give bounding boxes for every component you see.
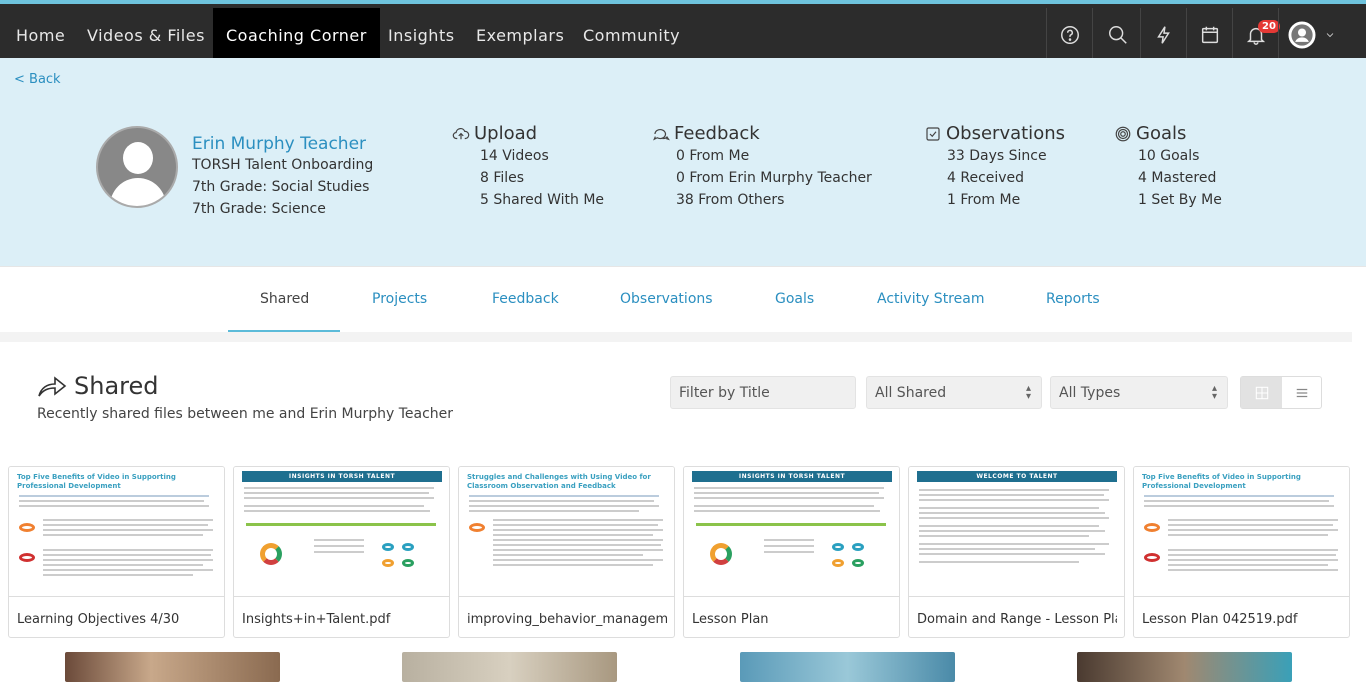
nav-divider [1046,8,1047,62]
types-filter-select[interactable]: All Types ▴ ▾ [1050,376,1228,409]
list-view-icon[interactable] [1282,377,1322,408]
stat-goals-title: Goals [1114,123,1186,144]
tab-activity-stream[interactable]: Activity Stream [877,291,984,307]
divider [0,332,1352,342]
stat-feedback-line: 0 From Me [676,148,750,164]
stat-upload-line: 14 Videos [480,148,549,164]
tab-goals[interactable]: Goals [775,291,814,307]
profile-org: TORSH Talent Onboarding [192,157,374,173]
tab-feedback[interactable]: Feedback [492,291,559,307]
search-icon[interactable] [1100,8,1136,62]
user-avatar-icon[interactable] [1284,8,1320,62]
stat-observations-line: 1 From Me [947,192,1021,208]
file-thumbnail: Top Five Benefits of Video in Supporting… [1134,467,1349,597]
avatar [96,126,178,208]
chevron-down-icon[interactable] [1320,8,1340,62]
tab-reports[interactable]: Reports [1046,291,1100,307]
shared-filter-select[interactable]: All Shared ▴ ▾ [866,376,1042,409]
chat-bubbles-icon [653,128,670,141]
file-card[interactable]: Struggles and Challenges with Using Vide… [458,466,675,638]
bell-icon[interactable]: 20 [1238,8,1280,62]
tab-observations[interactable]: Observations [620,291,713,307]
nav-divider [1140,8,1141,62]
file-card-title: improving_behavior_managem... [467,612,667,627]
nav-exemplars[interactable]: Exemplars [476,26,564,45]
file-card-title: Lesson Plan [692,612,769,627]
file-card-title: Lesson Plan 042519.pdf [1142,612,1298,627]
file-card-title: Learning Objectives 4/30 [17,612,180,627]
filter-by-title-input[interactable]: Filter by Title [670,376,856,409]
stat-upload-line: 5 Shared With Me [480,192,605,208]
file-card[interactable]: WELCOME TO TALENT Domain and Range - Les… [908,466,1125,638]
nav-coaching-corner[interactable]: Coaching Corner [213,8,380,62]
nav-divider [1278,8,1279,62]
nav-home[interactable]: Home [16,26,65,45]
nav-divider [1186,8,1187,62]
tab-projects[interactable]: Projects [372,291,427,307]
top-nav-bar: Home Videos & Files Coaching Corner Insi… [0,0,1366,62]
stat-goals-line: 1 Set By Me [1138,192,1222,208]
checkbox-icon [926,126,940,141]
video-thumbnail-partial[interactable] [65,652,280,682]
file-card[interactable]: Top Five Benefits of Video in Supporting… [1133,466,1350,638]
page-subtitle: Recently shared files between me and Eri… [37,406,454,422]
file-thumbnail: WELCOME TO TALENT [909,467,1124,597]
nav-videos-files[interactable]: Videos & Files [87,26,205,45]
target-icon [1115,126,1131,141]
profile-tabs: Shared Projects Feedback Observations Go… [0,266,1366,338]
notification-badge: 20 [1258,20,1280,33]
file-card[interactable]: INSIGHTS IN TORSH TALENT Lesson Plan [683,466,900,638]
nav-community[interactable]: Community [583,26,680,45]
stat-observations-title: Observations [924,123,1065,144]
stat-upload-line: 8 Files [480,170,525,186]
view-toggle [1240,376,1322,409]
file-thumbnail: INSIGHTS IN TORSH TALENT [684,467,899,597]
nav-divider [1092,8,1093,62]
share-arrow-icon [38,376,67,397]
video-thumbnail-partial[interactable] [402,652,617,682]
file-thumbnail: Top Five Benefits of Video in Supporting… [9,467,224,597]
grid-view-icon[interactable] [1241,377,1282,408]
file-thumbnail: INSIGHTS IN TORSH TALENT [234,467,449,597]
stat-goals-line: 4 Mastered [1138,170,1217,186]
page-title: Shared [36,372,159,400]
video-thumbnail-partial[interactable] [740,652,955,682]
stat-goals-line: 10 Goals [1138,148,1200,164]
profile-name[interactable]: Erin Murphy Teacher [192,134,366,154]
calendar-icon[interactable] [1192,8,1228,62]
file-card-title: Insights+in+Talent.pdf [242,612,391,627]
video-thumbnail-partial[interactable] [1077,652,1292,682]
profile-header: < Back Erin Murphy Teacher TORSH Talent … [0,58,1366,266]
nav-insights[interactable]: Insights [388,26,455,45]
stat-feedback-line: 0 From Erin Murphy Teacher [676,170,872,186]
stat-upload-title: Upload [452,123,537,144]
file-thumbnail: Struggles and Challenges with Using Vide… [459,467,674,597]
lightning-icon[interactable] [1146,8,1182,62]
select-arrows-icon: ▴ ▾ [1211,383,1217,402]
nav-divider [1232,8,1233,62]
stat-observations-line: 4 Received [947,170,1025,186]
tab-shared[interactable]: Shared [260,291,309,307]
file-card-title: Domain and Range - Lesson Plan [917,612,1117,627]
help-icon[interactable] [1052,8,1088,62]
file-card[interactable]: Top Five Benefits of Video in Supporting… [8,466,225,638]
cloud-upload-icon [452,127,470,139]
stat-feedback-line: 38 From Others [676,192,785,208]
select-arrows-icon: ▴ ▾ [1025,383,1031,402]
back-link[interactable]: < Back [14,72,61,87]
profile-grade-1: 7th Grade: Social Studies [192,179,370,195]
profile-grade-2: 7th Grade: Science [192,201,326,217]
stat-feedback-title: Feedback [652,123,760,144]
stat-observations-line: 33 Days Since [947,148,1047,164]
file-card[interactable]: INSIGHTS IN TORSH TALENT Insights+in+Tal… [233,466,450,638]
